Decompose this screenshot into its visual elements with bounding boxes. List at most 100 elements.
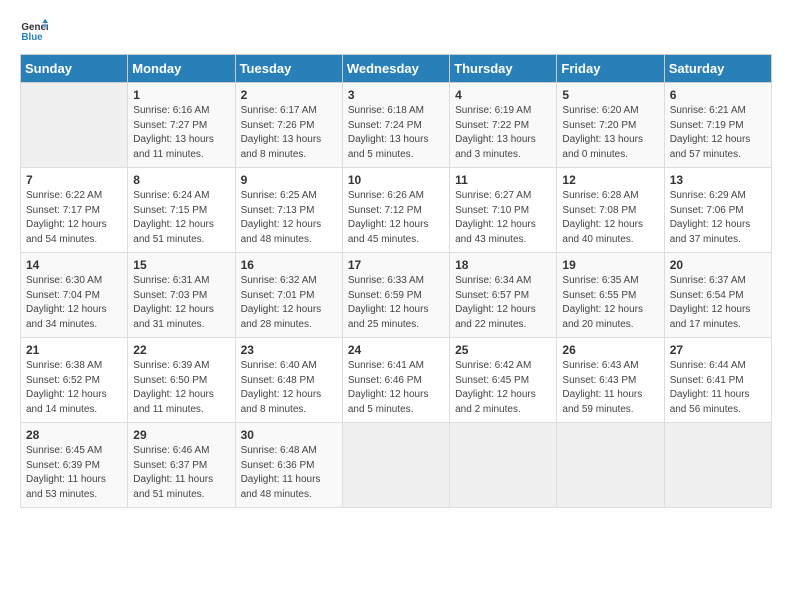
day-number: 6	[670, 88, 766, 102]
day-info: Sunrise: 6:42 AM Sunset: 6:45 PM Dayligh…	[455, 359, 551, 417]
svg-text:Blue: Blue	[21, 32, 43, 43]
calendar-header-row: SundayMondayTuesdayWednesdayThursdayFrid…	[21, 55, 772, 83]
calendar-cell: 21 Sunrise: 6:38 AM Sunset: 6:52 PM Dayli…	[21, 338, 128, 423]
calendar-cell: 20 Sunrise: 6:37 AM Sunset: 6:54 PM Dayli…	[664, 253, 771, 338]
day-number: 19	[562, 258, 658, 272]
day-info: Sunrise: 6:44 AM Sunset: 6:41 PM Dayligh…	[670, 359, 766, 417]
calendar-cell: 6 Sunrise: 6:21 AM Sunset: 7:19 PM Daylig…	[664, 83, 771, 168]
calendar-cell: 24Sunrise: 6:41 AM Sunset: 6:46 PM Dayli…	[342, 338, 449, 423]
day-info: Sunrise: 6:19 AM Sunset: 7:22 PM Dayligh…	[455, 104, 551, 162]
day-number: 1	[133, 88, 229, 102]
calendar-cell: 29 Sunrise: 6:46 AM Sunset: 6:37 PM Dayli…	[128, 423, 235, 508]
day-info: Sunrise: 6:17 AM Sunset: 7:26 PM Dayligh…	[241, 104, 337, 162]
day-info: Sunrise: 6:45 AM Sunset: 6:39 PM Dayligh…	[26, 444, 122, 502]
day-info: Sunrise: 6:33 AM Sunset: 6:59 PM Dayligh…	[348, 274, 444, 332]
day-info: Sunrise: 6:29 AM Sunset: 7:06 PM Dayligh…	[670, 189, 766, 247]
calendar-cell: 3 Sunrise: 6:18 AM Sunset: 7:24 PM Daylig…	[342, 83, 449, 168]
day-info: Sunrise: 6:34 AM Sunset: 6:57 PM Dayligh…	[455, 274, 551, 332]
day-info: Sunrise: 6:37 AM Sunset: 6:54 PM Dayligh…	[670, 274, 766, 332]
day-number: 12	[562, 173, 658, 187]
day-info: Sunrise: 6:35 AM Sunset: 6:55 PM Dayligh…	[562, 274, 658, 332]
day-info: Sunrise: 6:24 AM Sunset: 7:15 PM Dayligh…	[133, 189, 229, 247]
calendar-week-row: 28Sunrise: 6:45 AM Sunset: 6:39 PM Dayli…	[21, 423, 772, 508]
calendar-table: SundayMondayTuesdayWednesdayThursdayFrid…	[20, 54, 772, 508]
day-number: 23	[241, 343, 337, 357]
calendar-cell: 22 Sunrise: 6:39 AM Sunset: 6:50 PM Dayli…	[128, 338, 235, 423]
day-info: Sunrise: 6:18 AM Sunset: 7:24 PM Dayligh…	[348, 104, 444, 162]
day-info: Sunrise: 6:21 AM Sunset: 7:19 PM Dayligh…	[670, 104, 766, 162]
day-header-thursday: Thursday	[450, 55, 557, 83]
day-number: 25	[455, 343, 551, 357]
calendar-cell: 23 Sunrise: 6:40 AM Sunset: 6:48 PM Dayli…	[235, 338, 342, 423]
day-number: 18	[455, 258, 551, 272]
calendar-cell	[450, 423, 557, 508]
calendar-cell: 26Sunrise: 6:43 AM Sunset: 6:43 PM Dayli…	[557, 338, 664, 423]
calendar-cell: 18 Sunrise: 6:34 AM Sunset: 6:57 PM Dayli…	[450, 253, 557, 338]
day-number: 14	[26, 258, 122, 272]
day-header-wednesday: Wednesday	[342, 55, 449, 83]
calendar-cell: 7 Sunrise: 6:22 AM Sunset: 7:17 PM Daylig…	[21, 168, 128, 253]
day-info: Sunrise: 6:28 AM Sunset: 7:08 PM Dayligh…	[562, 189, 658, 247]
day-header-monday: Monday	[128, 55, 235, 83]
calendar-cell: 28Sunrise: 6:45 AM Sunset: 6:39 PM Dayli…	[21, 423, 128, 508]
day-number: 16	[241, 258, 337, 272]
day-info: Sunrise: 6:41 AM Sunset: 6:46 PM Dayligh…	[348, 359, 444, 417]
day-header-saturday: Saturday	[664, 55, 771, 83]
calendar-body: 1 Sunrise: 6:16 AM Sunset: 7:27 PM Daylig…	[21, 83, 772, 508]
day-info: Sunrise: 6:26 AM Sunset: 7:12 PM Dayligh…	[348, 189, 444, 247]
day-number: 27	[670, 343, 766, 357]
calendar-cell: 12 Sunrise: 6:28 AM Sunset: 7:08 PM Dayli…	[557, 168, 664, 253]
day-number: 20	[670, 258, 766, 272]
day-number: 22	[133, 343, 229, 357]
day-info: Sunrise: 6:46 AM Sunset: 6:37 PM Dayligh…	[133, 444, 229, 502]
calendar-cell: 16 Sunrise: 6:32 AM Sunset: 7:01 PM Dayli…	[235, 253, 342, 338]
day-number: 11	[455, 173, 551, 187]
logo: General Blue	[20, 16, 48, 44]
calendar-cell	[557, 423, 664, 508]
day-info: Sunrise: 6:39 AM Sunset: 6:50 PM Dayligh…	[133, 359, 229, 417]
day-number: 15	[133, 258, 229, 272]
calendar-cell: 4 Sunrise: 6:19 AM Sunset: 7:22 PM Daylig…	[450, 83, 557, 168]
day-info: Sunrise: 6:25 AM Sunset: 7:13 PM Dayligh…	[241, 189, 337, 247]
calendar-week-row: 1 Sunrise: 6:16 AM Sunset: 7:27 PM Daylig…	[21, 83, 772, 168]
day-info: Sunrise: 6:32 AM Sunset: 7:01 PM Dayligh…	[241, 274, 337, 332]
day-number: 29	[133, 428, 229, 442]
calendar-cell: 10 Sunrise: 6:26 AM Sunset: 7:12 PM Dayli…	[342, 168, 449, 253]
day-number: 21	[26, 343, 122, 357]
calendar-cell: 19 Sunrise: 6:35 AM Sunset: 6:55 PM Dayli…	[557, 253, 664, 338]
day-info: Sunrise: 6:40 AM Sunset: 6:48 PM Dayligh…	[241, 359, 337, 417]
day-info: Sunrise: 6:48 AM Sunset: 6:36 PM Dayligh…	[241, 444, 337, 502]
day-info: Sunrise: 6:16 AM Sunset: 7:27 PM Dayligh…	[133, 104, 229, 162]
day-number: 30	[241, 428, 337, 442]
calendar-cell: 11 Sunrise: 6:27 AM Sunset: 7:10 PM Dayli…	[450, 168, 557, 253]
calendar-cell: 17 Sunrise: 6:33 AM Sunset: 6:59 PM Dayli…	[342, 253, 449, 338]
day-header-friday: Friday	[557, 55, 664, 83]
calendar-cell	[21, 83, 128, 168]
day-info: Sunrise: 6:43 AM Sunset: 6:43 PM Dayligh…	[562, 359, 658, 417]
day-number: 4	[455, 88, 551, 102]
calendar-cell: 2 Sunrise: 6:17 AM Sunset: 7:26 PM Daylig…	[235, 83, 342, 168]
day-number: 7	[26, 173, 122, 187]
day-number: 17	[348, 258, 444, 272]
day-number: 9	[241, 173, 337, 187]
calendar-cell: 27 Sunrise: 6:44 AM Sunset: 6:41 PM Dayli…	[664, 338, 771, 423]
calendar-week-row: 7 Sunrise: 6:22 AM Sunset: 7:17 PM Daylig…	[21, 168, 772, 253]
day-number: 2	[241, 88, 337, 102]
calendar-cell: 9 Sunrise: 6:25 AM Sunset: 7:13 PM Daylig…	[235, 168, 342, 253]
day-number: 10	[348, 173, 444, 187]
day-number: 3	[348, 88, 444, 102]
calendar-cell: 30 Sunrise: 6:48 AM Sunset: 6:36 PM Dayli…	[235, 423, 342, 508]
calendar-cell	[664, 423, 771, 508]
day-header-sunday: Sunday	[21, 55, 128, 83]
page-header: General Blue	[20, 16, 772, 44]
day-number: 5	[562, 88, 658, 102]
day-info: Sunrise: 6:38 AM Sunset: 6:52 PM Dayligh…	[26, 359, 122, 417]
calendar-cell	[342, 423, 449, 508]
calendar-week-row: 21 Sunrise: 6:38 AM Sunset: 6:52 PM Dayli…	[21, 338, 772, 423]
calendar-cell: 5Sunrise: 6:20 AM Sunset: 7:20 PM Daylig…	[557, 83, 664, 168]
logo-icon: General Blue	[20, 16, 48, 44]
day-info: Sunrise: 6:22 AM Sunset: 7:17 PM Dayligh…	[26, 189, 122, 247]
calendar-cell: 1 Sunrise: 6:16 AM Sunset: 7:27 PM Daylig…	[128, 83, 235, 168]
day-info: Sunrise: 6:30 AM Sunset: 7:04 PM Dayligh…	[26, 274, 122, 332]
day-info: Sunrise: 6:27 AM Sunset: 7:10 PM Dayligh…	[455, 189, 551, 247]
